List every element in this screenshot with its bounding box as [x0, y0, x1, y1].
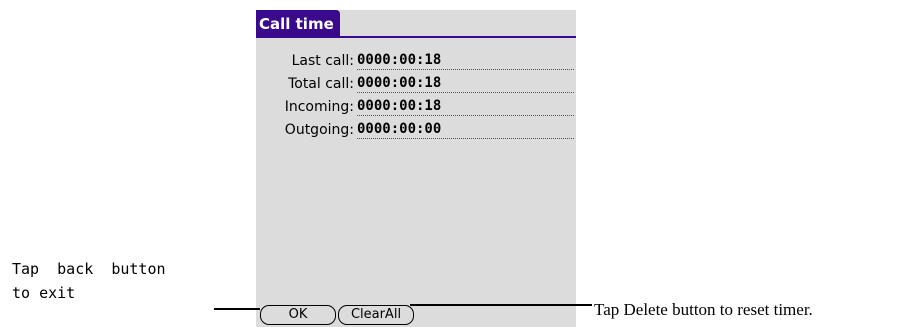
screen-title: Call time — [256, 10, 340, 38]
stat-label: Outgoing: — [284, 122, 354, 138]
stat-value: 0000:00:00 — [357, 120, 574, 139]
call-time-screen: Call time Last call: 0000:00:18 Total ca… — [256, 10, 576, 327]
annotation-leader-line — [214, 308, 260, 310]
stat-row-outgoing: Outgoing: 0000:00:00 — [256, 120, 576, 143]
stats-list: Last call: 0000:00:18 Total call: 0000:0… — [256, 51, 576, 143]
annotation-line: Tap back button — [12, 260, 166, 278]
stat-row-last-call: Last call: 0000:00:18 — [256, 51, 576, 74]
stat-row-total-call: Total call: 0000:00:18 — [256, 74, 576, 97]
stat-label: Total call: — [288, 76, 354, 92]
stat-value: 0000:00:18 — [357, 97, 574, 116]
title-underline — [256, 36, 576, 38]
ok-button[interactable]: OK — [260, 305, 336, 325]
stat-row-incoming: Incoming: 0000:00:18 — [256, 97, 576, 120]
stat-label: Last call: — [291, 53, 354, 69]
stat-value: 0000:00:18 — [357, 74, 574, 93]
annotation-leader-line — [410, 304, 592, 306]
stat-value: 0000:00:18 — [357, 51, 574, 70]
delete-button-annotation: Tap Delete button to reset timer. — [594, 300, 813, 319]
annotation-line: to exit — [12, 284, 76, 302]
stat-label: Incoming: — [284, 99, 354, 115]
back-button-annotation: Tap back button to exit — [12, 257, 212, 305]
clear-all-button[interactable]: ClearAll — [338, 305, 414, 325]
